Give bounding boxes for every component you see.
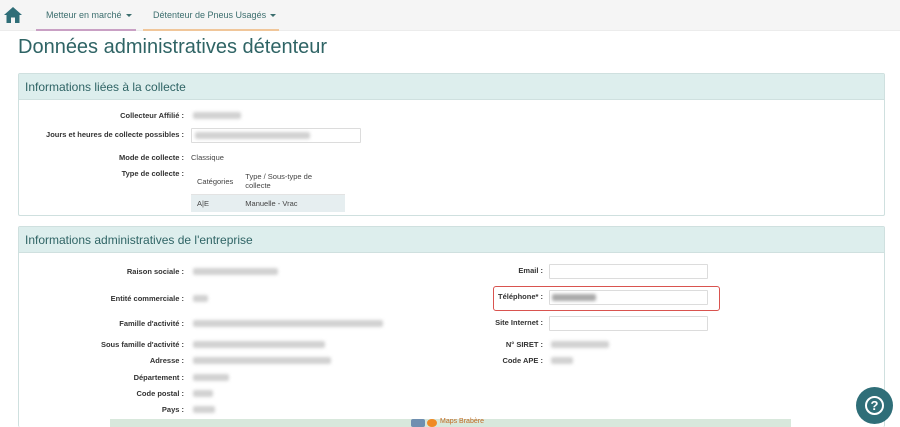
map-pin-icon — [427, 419, 437, 427]
departement-value — [193, 374, 229, 381]
help-button[interactable]: ? — [856, 387, 893, 424]
top-navigation: Metteur en marché Détenteur de Pneus Usa… — [0, 0, 900, 31]
jours-value — [195, 132, 310, 139]
home-icon[interactable] — [3, 6, 23, 24]
mode-label: Mode de collecte : — [118, 153, 184, 162]
adresse-label: Adresse : — [149, 356, 184, 365]
famille-activite-label: Famille d'activité : — [119, 319, 184, 328]
map-place-label: Maps Brabère — [440, 418, 484, 425]
jours-label: Jours et heures de collecte possibles : — [46, 130, 184, 139]
table-header-row: Catégories Type / Sous-type de collecte — [191, 168, 345, 195]
site-internet-label: Site Internet : — [495, 318, 543, 327]
collecte-panel-title: Informations liées à la collecte — [19, 74, 884, 100]
table-row: A|E Manuelle - Vrac — [191, 194, 345, 212]
pays-value — [193, 406, 215, 413]
entite-commerciale-value — [193, 295, 208, 302]
pays-label: Pays : — [161, 405, 184, 414]
code-ape-label: Code APE : — [502, 356, 543, 365]
page-title: Données administratives détenteur — [18, 36, 328, 58]
siret-value — [551, 341, 609, 348]
code-ape-value — [551, 357, 573, 364]
help-icon: ? — [865, 396, 884, 415]
tab-detenteur-pneus[interactable]: Détenteur de Pneus Usagés — [143, 0, 279, 31]
code-postal-label: Code postal : — [136, 389, 184, 398]
departement-label: Département : — [133, 373, 184, 382]
chevron-down-icon — [270, 14, 277, 18]
email-field[interactable] — [549, 264, 708, 279]
table-cell: A|E — [191, 194, 240, 212]
site-internet-field[interactable] — [549, 316, 708, 331]
map-marker-icon — [411, 419, 425, 427]
tab-metteur-label: Metteur en marché — [46, 10, 122, 20]
tab-detenteur-label: Détenteur de Pneus Usagés — [153, 10, 267, 20]
famille-activite-value — [193, 320, 383, 327]
collecteur-label: Collecteur Affilié : — [120, 111, 184, 120]
siret-label: N° SIRET : — [505, 340, 543, 349]
raison-sociale-value — [193, 268, 278, 275]
entreprise-panel-title: Informations administratives de l'entrep… — [19, 227, 884, 253]
table-cell: Manuelle - Vrac — [239, 194, 345, 212]
mode-value: Classique — [191, 153, 224, 162]
collecteur-value — [193, 112, 241, 119]
collecte-panel: Informations liées à la collecte — [18, 73, 885, 216]
entite-commerciale-label: Entité commerciale : — [110, 294, 184, 303]
email-label: Email : — [518, 266, 543, 275]
raison-sociale-label: Raison sociale : — [126, 267, 184, 276]
type-label: Type de collecte : — [121, 169, 184, 178]
table-header: Type / Sous-type de collecte — [239, 168, 345, 195]
table-header: Catégories — [191, 168, 240, 195]
tab-metteur-en-marche[interactable]: Metteur en marché — [36, 0, 136, 31]
sous-famille-value — [193, 341, 325, 348]
chevron-down-icon — [125, 14, 132, 18]
adresse-value — [193, 357, 331, 364]
type-collecte-table: Catégories Type / Sous-type de collecte … — [191, 168, 345, 212]
telephone-highlight — [493, 286, 720, 311]
sous-famille-label: Sous famille d'activité : — [100, 340, 184, 349]
code-postal-value — [193, 390, 213, 397]
